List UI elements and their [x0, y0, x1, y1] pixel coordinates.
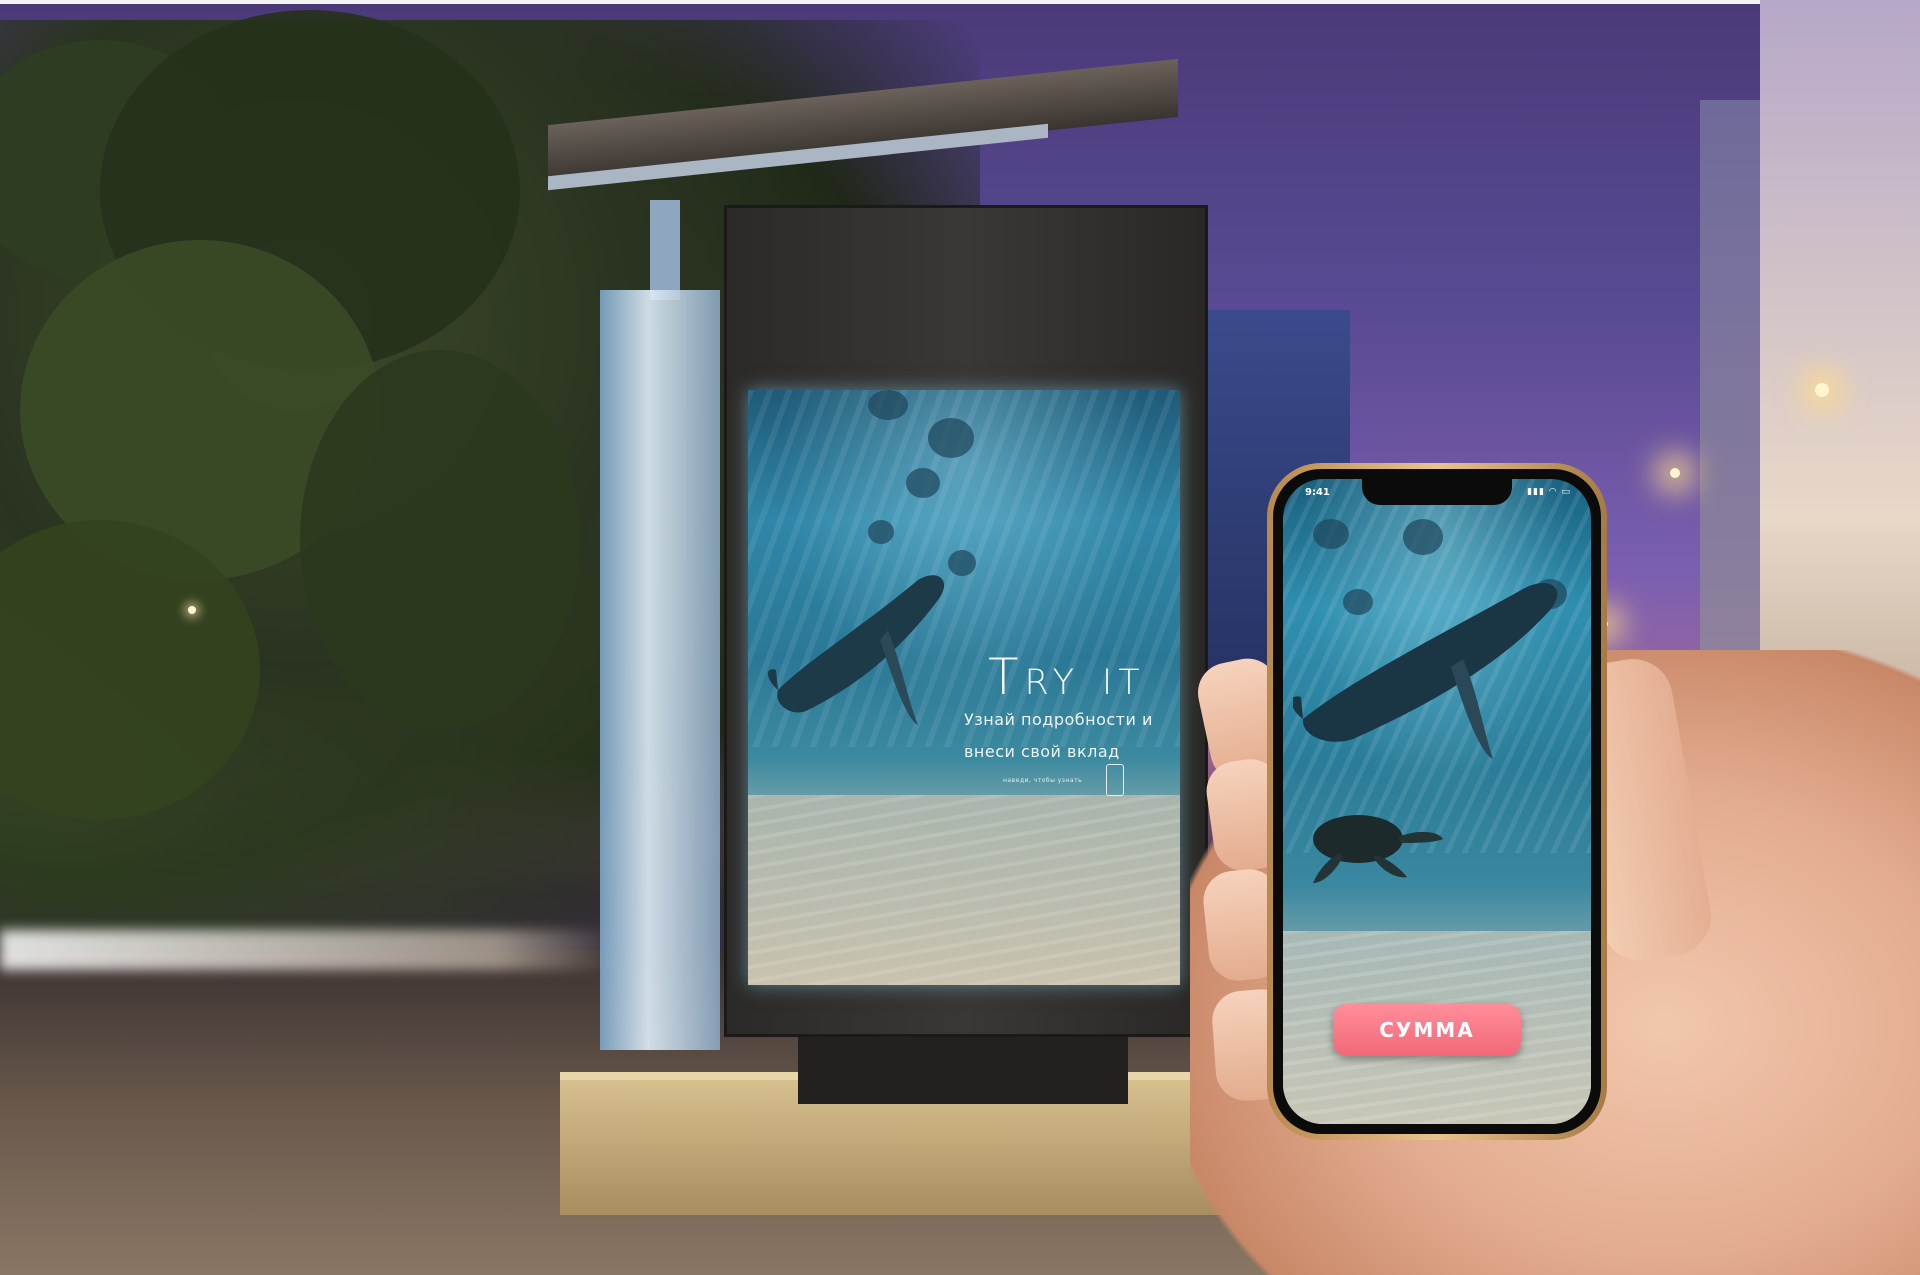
- phone-notch: [1362, 479, 1512, 505]
- top-border: [0, 0, 1920, 4]
- shelter-post: [650, 200, 680, 300]
- shelter-glass-panel: [600, 290, 720, 1050]
- whale-illustration: [768, 575, 945, 725]
- night-street-scene: Try it Узнай подробности и внеси свой вк…: [0, 0, 1920, 1275]
- bubble: [1313, 519, 1349, 549]
- turtle-illustration: [1313, 815, 1443, 883]
- phone-screen: 9:41 ▮▮▮ ◠ ▭ СУММА: [1283, 479, 1591, 1124]
- sea-floor: [748, 794, 1180, 985]
- light-trail-left: [0, 930, 620, 970]
- tree-canopy: [300, 350, 580, 730]
- bubble: [928, 418, 974, 458]
- bubble: [906, 468, 940, 498]
- phone-outline-icon: [1106, 764, 1124, 796]
- billboard-title: Try it: [988, 648, 1146, 706]
- billboard-base: [798, 1028, 1128, 1104]
- bubble: [868, 520, 894, 544]
- bubble: [868, 390, 908, 420]
- smartphone: 9:41 ▮▮▮ ◠ ▭ СУММА: [1267, 463, 1607, 1140]
- sum-button[interactable]: СУММА: [1333, 1004, 1521, 1056]
- signal-wifi-battery-icon: ▮▮▮ ◠ ▭: [1527, 487, 1571, 497]
- street-lamp: [188, 606, 196, 614]
- billboard-ad: Try it Узнай подробности и внеси свой вк…: [748, 390, 1180, 985]
- phone-bezel: 9:41 ▮▮▮ ◠ ▭ СУММА: [1273, 469, 1601, 1134]
- street-lamp: [1815, 383, 1829, 397]
- bubble: [1403, 519, 1443, 555]
- billboard-subtitle: Узнай подробности и внеси свой вклад: [964, 710, 1153, 761]
- whale-illustration: [1293, 582, 1558, 759]
- street-lamp: [1670, 468, 1680, 478]
- billboard-cta-text: наведи, чтобы узнать: [1003, 777, 1083, 784]
- status-time: 9:41: [1305, 487, 1330, 498]
